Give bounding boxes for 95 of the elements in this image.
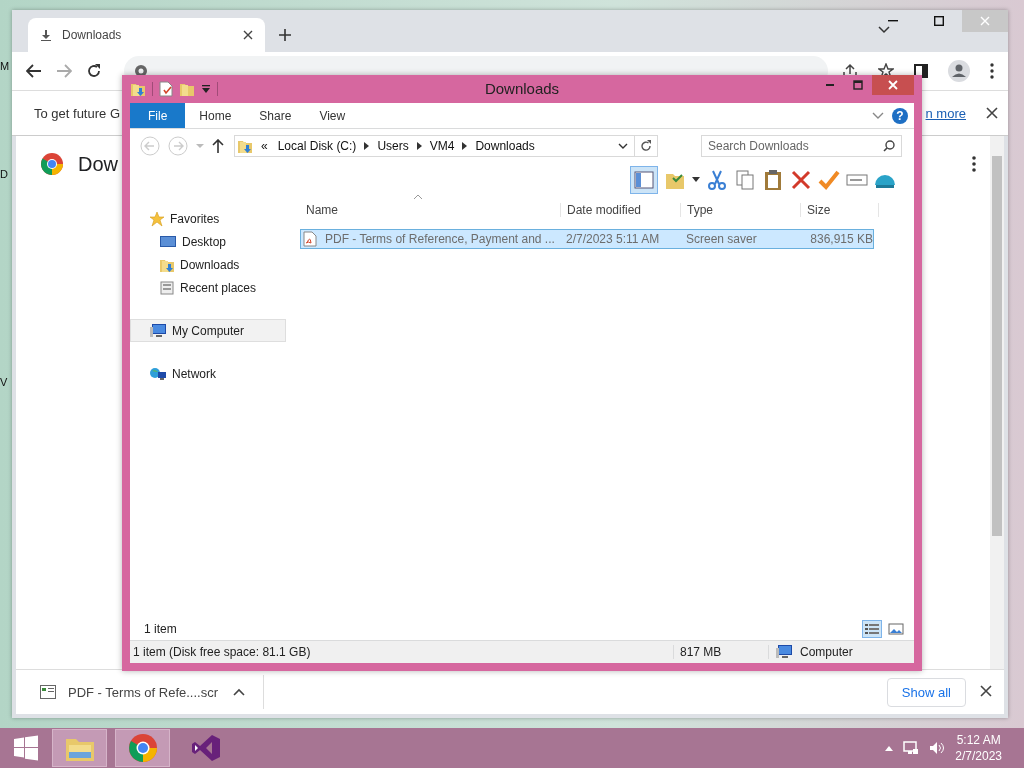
download-icon (40, 29, 52, 41)
close-icon[interactable] (980, 684, 992, 697)
menu-icon[interactable] (990, 63, 994, 79)
column-header[interactable]: Date modified (561, 203, 681, 217)
nav-item[interactable]: Recent places (130, 276, 286, 299)
overflow-chevron[interactable]: « (259, 139, 270, 153)
new-tab-icon[interactable] (279, 29, 291, 41)
file-name: PDF - Terms of Reference, Payment and ... (324, 232, 555, 246)
ribbon-tab[interactable]: File (130, 103, 186, 128)
clock[interactable]: 5:12 AM 2/7/2023 (955, 732, 1002, 764)
show-all-button[interactable]: Show all (886, 677, 966, 707)
help-button[interactable]: ? (892, 107, 908, 124)
scissors-icon[interactable] (706, 169, 728, 191)
properties-icon[interactable] (159, 81, 173, 97)
close-icon (888, 80, 898, 90)
nav-item[interactable]: My Computer (130, 319, 286, 342)
avatar-icon[interactable] (948, 60, 970, 82)
nav-item[interactable]: Favorites (130, 207, 286, 230)
speaker-icon[interactable] (929, 740, 946, 756)
more-icon[interactable] (972, 156, 976, 172)
breadcrumb[interactable]: Local Disk (C:) (275, 139, 359, 153)
size-cell-text: 836,915 KB (809, 232, 874, 246)
scrollbar[interactable] (990, 136, 1004, 669)
file-row[interactable]: PDF - Terms of Reference, Payment and ... 2/7/2023 5:11 AM Screen saver 836,915 KB (300, 229, 874, 249)
new-folder-icon (179, 81, 195, 97)
search-field[interactable]: Search Downloads (701, 135, 902, 157)
status-location: Computer (799, 645, 853, 659)
breadcrumb[interactable]: VM4 (427, 139, 457, 153)
desktop-icon-label: D (0, 168, 9, 182)
column-header[interactable]: Name (300, 203, 561, 217)
browser-tab[interactable]: Downloads (28, 18, 265, 52)
desktop-icon-label: V (0, 376, 9, 390)
start-icon[interactable] (13, 735, 39, 761)
column-header[interactable]: Type (681, 203, 801, 217)
delete-icon[interactable] (790, 169, 812, 191)
window-title: Downloads (484, 80, 560, 97)
nav-item[interactable]: Network (130, 362, 286, 385)
star-icon (149, 210, 165, 227)
up-arrow-icon[interactable] (212, 139, 224, 153)
maximize-icon (934, 16, 944, 26)
minimize-icon (888, 20, 898, 22)
file-icon (40, 685, 56, 699)
taskbar-button[interactable] (115, 729, 170, 767)
clipboard-icon[interactable] (762, 169, 784, 191)
close-icon[interactable] (243, 30, 253, 40)
copy-icon[interactable] (734, 169, 756, 191)
computer-icon (775, 644, 793, 660)
computer-icon (149, 322, 167, 339)
page-title: Dow (78, 152, 118, 176)
preview-pane-icon[interactable] (633, 169, 655, 191)
chevron-right-icon[interactable] (416, 142, 422, 150)
reload-icon[interactable] (86, 63, 102, 79)
folder-icon (130, 81, 146, 97)
chevron-right-icon[interactable] (462, 142, 468, 150)
ribbon-logo-icon (190, 733, 221, 763)
network-icon[interactable] (903, 740, 920, 756)
desktop-icon-label: M (0, 60, 10, 74)
refresh-icon[interactable] (640, 140, 652, 152)
details-view-icon[interactable] (864, 622, 880, 636)
back-icon[interactable] (26, 64, 42, 78)
breadcrumb[interactable]: Users (375, 139, 411, 153)
status-text: 1 item (Disk free space: 81.1 GB) (130, 645, 674, 659)
folder-icon (237, 138, 253, 154)
download-item[interactable]: PDF - Terms of Refe....scr (40, 675, 264, 709)
type-cell-text: Screen saver (685, 232, 758, 246)
item-count: 1 item (144, 622, 177, 636)
maximize-icon (853, 80, 863, 90)
network-icon (149, 365, 167, 382)
close-button[interactable] (872, 75, 914, 95)
chevron-down-icon[interactable] (878, 26, 890, 34)
checkmark-icon[interactable] (818, 169, 840, 191)
side-panel-icon[interactable] (914, 64, 928, 78)
nav-item[interactable]: Downloads (130, 253, 286, 276)
breadcrumb[interactable]: Downloads (473, 139, 537, 153)
chrome-logo-icon (127, 733, 158, 763)
nav-item[interactable]: Desktop (130, 230, 286, 253)
recent-places-icon (159, 279, 175, 296)
chrome-logo-icon (40, 152, 64, 176)
address-bar[interactable]: « Local Disk (C:) Users VM4 Downloads (234, 135, 658, 157)
pdf-file-icon (303, 231, 317, 247)
status-size: 817 MB (674, 645, 769, 659)
large-icons-view-icon[interactable] (888, 622, 904, 636)
infobar-message: To get future G (34, 105, 120, 121)
monitor-icon (159, 234, 177, 249)
close-icon[interactable] (986, 107, 998, 119)
learn-more-link[interactable]: n more (925, 105, 966, 121)
caret-up-icon[interactable] (233, 688, 245, 696)
column-header[interactable]: Size (801, 203, 879, 217)
minimize-icon (826, 84, 834, 86)
chevron-right-icon[interactable] (364, 142, 370, 150)
chevron-down-icon[interactable] (618, 142, 628, 150)
search-icon (883, 140, 895, 152)
close-icon (980, 16, 990, 26)
date-cell-text: 2/7/2023 5:11 AM (565, 232, 661, 246)
dropdown-icon[interactable] (692, 177, 700, 183)
